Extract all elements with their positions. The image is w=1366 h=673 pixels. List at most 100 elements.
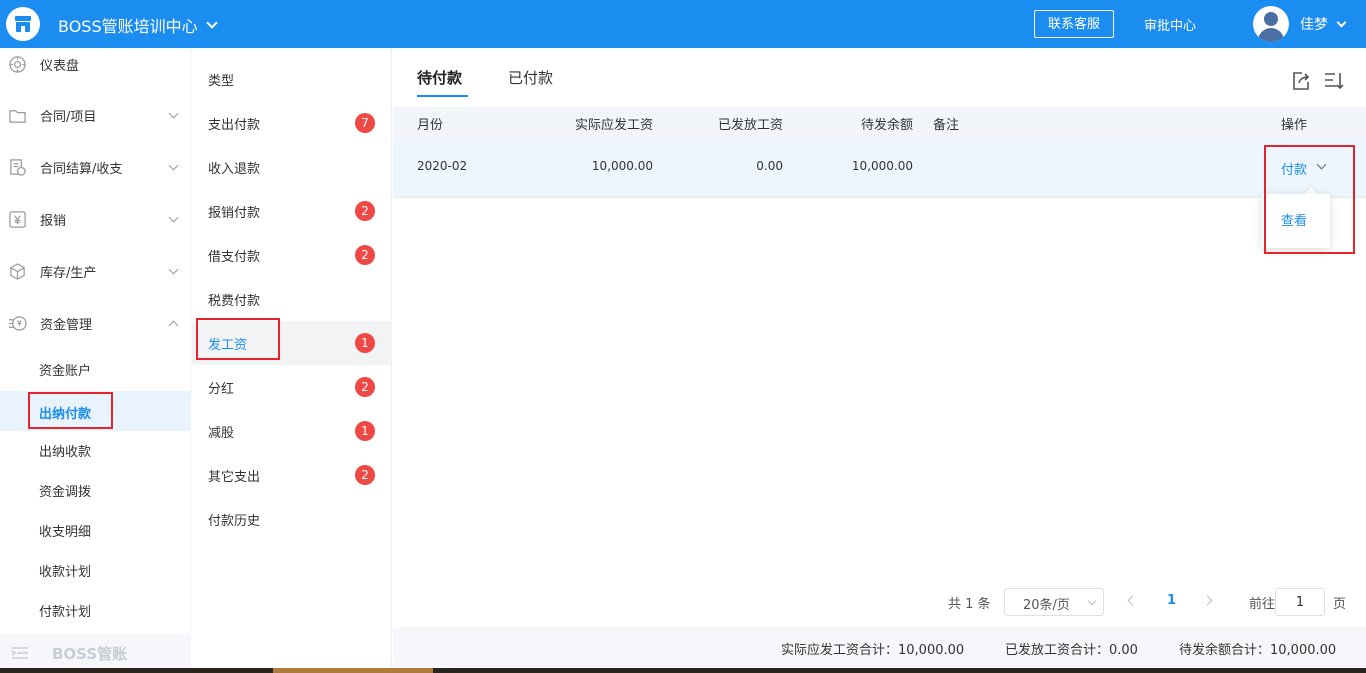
table-header: 月份 实际应发工资 已发放工资 待发余额 备注 操作 [393, 107, 1366, 140]
sidebar-item-contracts[interactable]: 合同/项目 [0, 100, 191, 130]
sidebar-subitem-label: 付款计划 [39, 605, 92, 620]
sidebar-item-label: 仪表盘 [40, 58, 80, 74]
count-badge: 2 [355, 377, 375, 397]
sidebar: 仪表盘 合同/项目 合同结算/收支 报销 库存/生产 资金管理 资金账户 出纳付… [0, 48, 191, 673]
sidebar-subitem-label: 收支明细 [39, 525, 92, 540]
count-badge: 7 [355, 113, 375, 133]
type-item-label: 其它支出 [208, 470, 261, 485]
chevron-up-icon [168, 320, 179, 330]
type-item-label: 减股 [208, 426, 235, 441]
contact-service-button[interactable]: 联系客服 [1034, 10, 1114, 38]
page-number[interactable]: 1 [1167, 593, 1176, 608]
count-badge: 2 [355, 201, 375, 221]
settlement-icon [10, 158, 26, 176]
type-item-tax[interactable]: 税费付款 [192, 277, 392, 321]
main-content: 待付款 已付款 月份 实际应发工资 已发放工资 待发余额 备注 操作 2020-… [393, 48, 1366, 673]
count-badge: 2 [355, 465, 375, 485]
type-item-label: 报销付款 [208, 206, 261, 221]
sidebar-subitem-cashier-payment[interactable]: 出纳付款 [0, 391, 191, 431]
sidebar-footer-label: BOSS管账 [52, 645, 128, 663]
avatar-body [1258, 28, 1284, 42]
sidebar-item-funds[interactable]: 资金管理 [0, 308, 191, 338]
prev-page-icon[interactable] [1127, 595, 1138, 606]
col-actual-salary: 实际应发工资 [574, 118, 653, 133]
sidebar-subitem-label: 资金账户 [39, 364, 92, 379]
store-logo-icon[interactable] [6, 7, 40, 41]
type-item-label: 付款历史 [208, 514, 261, 529]
type-item-reduce-shares[interactable]: 减股 1 [192, 409, 392, 453]
chevron-down-icon [1087, 596, 1097, 606]
type-item-label: 税费付款 [208, 294, 261, 309]
sidebar-item-dashboard[interactable]: 仪表盘 [0, 49, 191, 79]
sidebar-subitem-receipt-plan[interactable]: 收款计划 [0, 549, 191, 589]
sidebar-item-label: 报销 [40, 213, 67, 229]
box-icon [10, 262, 25, 280]
tab-paid[interactable]: 已付款 [508, 67, 553, 88]
table-row[interactable]: 2020-02 10,000.00 0.00 10,000.00 [393, 140, 1366, 198]
col-remark: 备注 [933, 118, 960, 133]
top-header: BOSS管账培训中心 联系客服 审批中心 佳梦 [0, 0, 1366, 48]
sidebar-subitem-fund-account[interactable]: 资金账户 [0, 348, 191, 388]
org-switcher[interactable]: BOSS管账培训中心 [58, 13, 218, 37]
count-badge: 1 [355, 333, 375, 353]
sidebar-subitem-cashier-receipt[interactable]: 出纳收款 [0, 429, 191, 469]
highlight-box [196, 318, 280, 360]
avatar[interactable] [1253, 6, 1289, 42]
avatar-head [1264, 12, 1278, 26]
tab-underline [417, 95, 468, 97]
type-item-loan[interactable]: 借支付款 2 [192, 233, 392, 277]
user-menu[interactable]: 佳梦 [1300, 14, 1347, 34]
cell-paid-salary: 0.00 [756, 159, 783, 173]
chevron-down-icon [168, 212, 179, 222]
taskbar-segment [273, 668, 433, 673]
type-item-other[interactable]: 其它支出 2 [192, 453, 392, 497]
summary-paid-total: 已发放工资合计：0.00 [1005, 643, 1138, 658]
sidebar-subitem-ledger[interactable]: 收支明细 [0, 509, 191, 549]
next-page-icon[interactable] [1202, 595, 1213, 606]
sidebar-item-settlement[interactable]: 合同结算/收支 [0, 152, 191, 182]
export-icon[interactable] [1290, 70, 1312, 92]
page-unit-label: 页 [1333, 597, 1347, 612]
taskbar-strip [0, 668, 1366, 673]
username: 佳梦 [1300, 17, 1328, 33]
type-item-reimburse[interactable]: 报销付款 2 [192, 189, 392, 233]
type-item-salary[interactable]: 发工资 1 [192, 318, 392, 365]
highlight-box [28, 392, 113, 429]
org-title: BOSS管账培训中心 [58, 17, 198, 36]
sidebar-item-inventory[interactable]: 库存/生产 [0, 256, 191, 286]
type-item-history[interactable]: 付款历史 [192, 497, 392, 541]
chevron-down-icon [1336, 17, 1347, 27]
type-item-refund[interactable]: 收入退款 [192, 145, 392, 189]
chevron-down-icon [168, 160, 179, 170]
type-item-expense[interactable]: 支出付款 7 [192, 101, 392, 145]
col-pending-balance: 待发余额 [860, 118, 913, 133]
tab-pending[interactable]: 待付款 [417, 67, 462, 88]
sidebar-collapse[interactable]: BOSS管账 [0, 633, 191, 673]
col-month: 月份 [417, 118, 444, 133]
type-item-label: 收入退款 [208, 162, 261, 177]
count-badge: 2 [355, 245, 375, 265]
type-item-label: 分红 [208, 382, 235, 397]
col-paid-salary: 已发放工资 [717, 118, 783, 133]
menu-collapse-icon [12, 647, 28, 659]
dashboard-icon [9, 55, 26, 73]
sidebar-subitem-label: 资金调拨 [39, 485, 92, 500]
sidebar-item-reimburse[interactable]: 报销 [0, 204, 191, 234]
approval-center-link[interactable]: 审批中心 [1144, 15, 1196, 34]
sidebar-item-label: 合同/项目 [40, 109, 97, 125]
page-size-select[interactable]: 20条/页 [1004, 588, 1104, 616]
sort-icon[interactable] [1323, 70, 1345, 92]
sidebar-subitem-label: 出纳收款 [39, 445, 92, 460]
type-item-dividend[interactable]: 分红 2 [192, 365, 392, 409]
cell-pending-balance: 10,000.00 [851, 159, 913, 173]
chevron-down-icon [168, 108, 179, 118]
money-icon [8, 315, 27, 331]
count-badge: 1 [355, 421, 375, 441]
chevron-down-icon [205, 17, 218, 29]
sidebar-subitem-payment-plan[interactable]: 付款计划 [0, 589, 191, 629]
goto-page-input[interactable] [1275, 588, 1325, 616]
chevron-down-icon [168, 264, 179, 274]
summary-pending-total: 待发余额合计：10,000.00 [1179, 643, 1337, 658]
type-item-label: 借支付款 [208, 250, 261, 265]
sidebar-subitem-fund-transfer[interactable]: 资金调拨 [0, 469, 191, 509]
